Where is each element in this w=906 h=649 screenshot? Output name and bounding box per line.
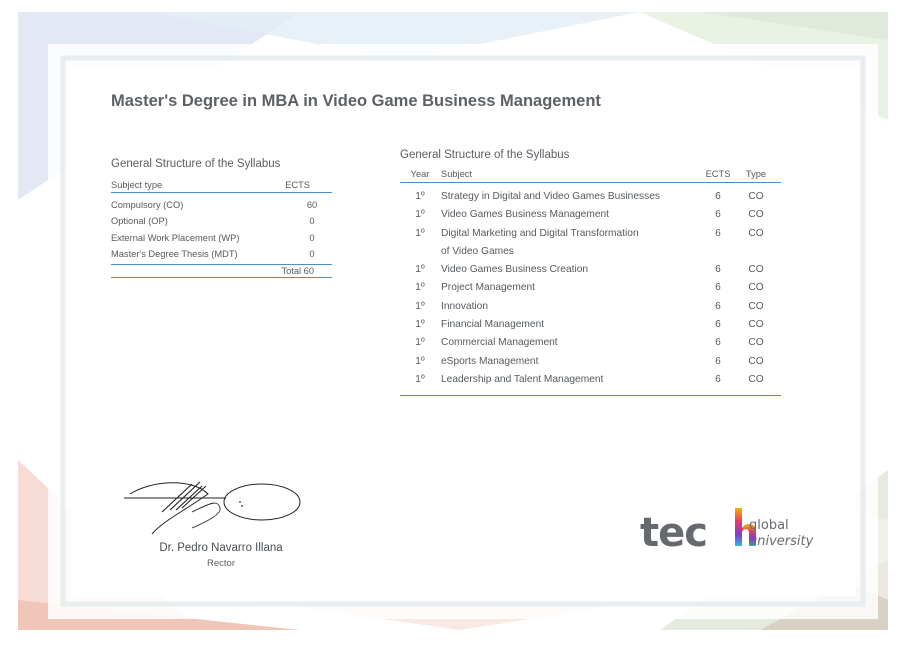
row-subject: Financial Management	[441, 319, 545, 331]
row-year: 1º	[415, 300, 425, 312]
summary-row: External Work Placement (WP) 0	[111, 230, 332, 246]
summary-total: Total 60	[111, 265, 332, 279]
summary-row: Compulsory (CO) 60	[111, 197, 332, 213]
summary-ects: 60	[306, 200, 318, 210]
syllabus-header-row: Year Subject ECTS Type	[400, 169, 781, 183]
summary-col-ects: ECTS	[285, 180, 310, 190]
signer-role: Rector	[207, 558, 235, 569]
row-type: CO	[748, 209, 764, 221]
row-year: 1º	[415, 191, 425, 202]
row-ects: 6	[715, 355, 721, 367]
table-row: 1º Innovation 6 CO	[400, 298, 781, 316]
table-row: 1º Commercial Management 6 CO	[400, 334, 781, 352]
summary-header-row: Subject type ECTS	[111, 180, 332, 193]
row-type: CO	[748, 300, 764, 312]
table-row: 1º eSports Management 6 CO	[400, 353, 781, 371]
row-subject: Strategy in Digital and Video Games Busi…	[441, 191, 660, 202]
row-year: 1º	[415, 209, 425, 221]
table-row: 1º Financial Management 6 CO	[400, 316, 781, 334]
summary-row: Optional (OP) 0	[111, 213, 332, 229]
row-year: 1º	[415, 355, 425, 367]
summary-row: Master's Degree Thesis (MDT) 0	[111, 246, 332, 262]
row-year: 1º	[415, 373, 425, 385]
row-year: 1º	[415, 227, 425, 239]
summary-type: Master's Degree Thesis (MDT)	[111, 248, 238, 259]
table-row: 1º Video Games Business Management 6 CO	[400, 206, 781, 224]
col-year: Year	[410, 169, 430, 179]
row-ects: 6	[715, 282, 721, 294]
logo-line1: global	[749, 518, 789, 533]
row-subject: eSports Management	[441, 355, 539, 367]
page-title: Master's Degree in MBA in Video Game Bus…	[111, 92, 601, 110]
col-ects: ECTS	[705, 169, 731, 179]
row-type: CO	[748, 227, 764, 239]
syllabus-table: General Structure of the Syllabus Year S…	[400, 149, 781, 397]
summary-heading: General Structure of the Syllabus	[111, 158, 281, 170]
summary-type: External Work Placement (WP)	[111, 232, 240, 243]
summary-col-type: Subject type	[111, 180, 163, 190]
row-ects: 6	[715, 227, 721, 239]
summary-ects: 0	[309, 232, 315, 243]
row-ects: 6	[715, 191, 721, 202]
row-subject: Digital Marketing and Digital Transforma…	[440, 225, 703, 262]
row-ects: 6	[715, 337, 721, 349]
row-type: CO	[748, 337, 764, 349]
row-ects: 6	[715, 300, 721, 312]
summary-ects: 0	[309, 248, 315, 259]
row-subject: Video Games Business Management	[441, 209, 609, 221]
col-subject: Subject	[441, 169, 473, 179]
row-year: 1º	[415, 319, 425, 331]
table-row: 1º Strategy in Digital and Video Games B…	[400, 188, 781, 206]
row-type: CO	[748, 355, 764, 367]
syllabus-rows: 1º Strategy in Digital and Video Games B…	[400, 183, 781, 397]
row-type: CO	[748, 373, 764, 385]
col-type: Type	[745, 169, 767, 179]
row-ects: 6	[715, 373, 721, 385]
table-row: 1º Leadership and Talent Management 6 CO	[400, 371, 781, 389]
summary-type: Compulsory (CO)	[111, 200, 184, 210]
row-type: CO	[748, 319, 764, 331]
row-type: CO	[748, 282, 764, 294]
row-year: 1º	[415, 282, 425, 294]
logo-brand: tec	[640, 510, 707, 556]
summary-ects: 0	[309, 216, 315, 227]
signer-name: Dr. Pedro Navarro Illana	[159, 542, 283, 554]
row-type: CO	[748, 191, 764, 202]
row-type: CO	[748, 264, 764, 276]
row-subject: Innovation	[441, 300, 489, 312]
row-year: 1º	[415, 337, 425, 349]
summary-table: General Structure of the Syllabus Subjec…	[111, 158, 332, 279]
row-ects: 6	[715, 319, 721, 331]
table-row: 1º Video Games Business Creation 6 CO	[400, 261, 781, 279]
syllabus-heading: General Structure of the Syllabus	[400, 149, 570, 161]
row-ects: 6	[715, 264, 721, 276]
row-subject: Commercial Management	[441, 337, 558, 349]
summary-rows: Compulsory (CO) 60 Optional (OP) 0 Exter…	[111, 193, 332, 266]
row-subject: Leadership and Talent Management	[441, 373, 604, 385]
tech-global-university-logo: tec global university	[640, 508, 814, 556]
logo-line2: university	[749, 534, 814, 549]
row-subject-line2: of Video Games	[441, 245, 514, 257]
row-year: 1º	[415, 264, 425, 276]
signature	[124, 481, 301, 535]
row-subject: Project Management	[441, 282, 536, 294]
row-subject: Video Games Business Creation	[441, 264, 589, 276]
row-ects: 6	[715, 209, 721, 221]
row-subject-line1: Digital Marketing and Digital Transforma…	[441, 227, 639, 239]
table-row: 1º Digital Marketing and Digital Transfo…	[400, 225, 781, 262]
summary-type: Optional (OP)	[111, 216, 168, 227]
table-row: 1º Project Management 6 CO	[400, 279, 781, 297]
